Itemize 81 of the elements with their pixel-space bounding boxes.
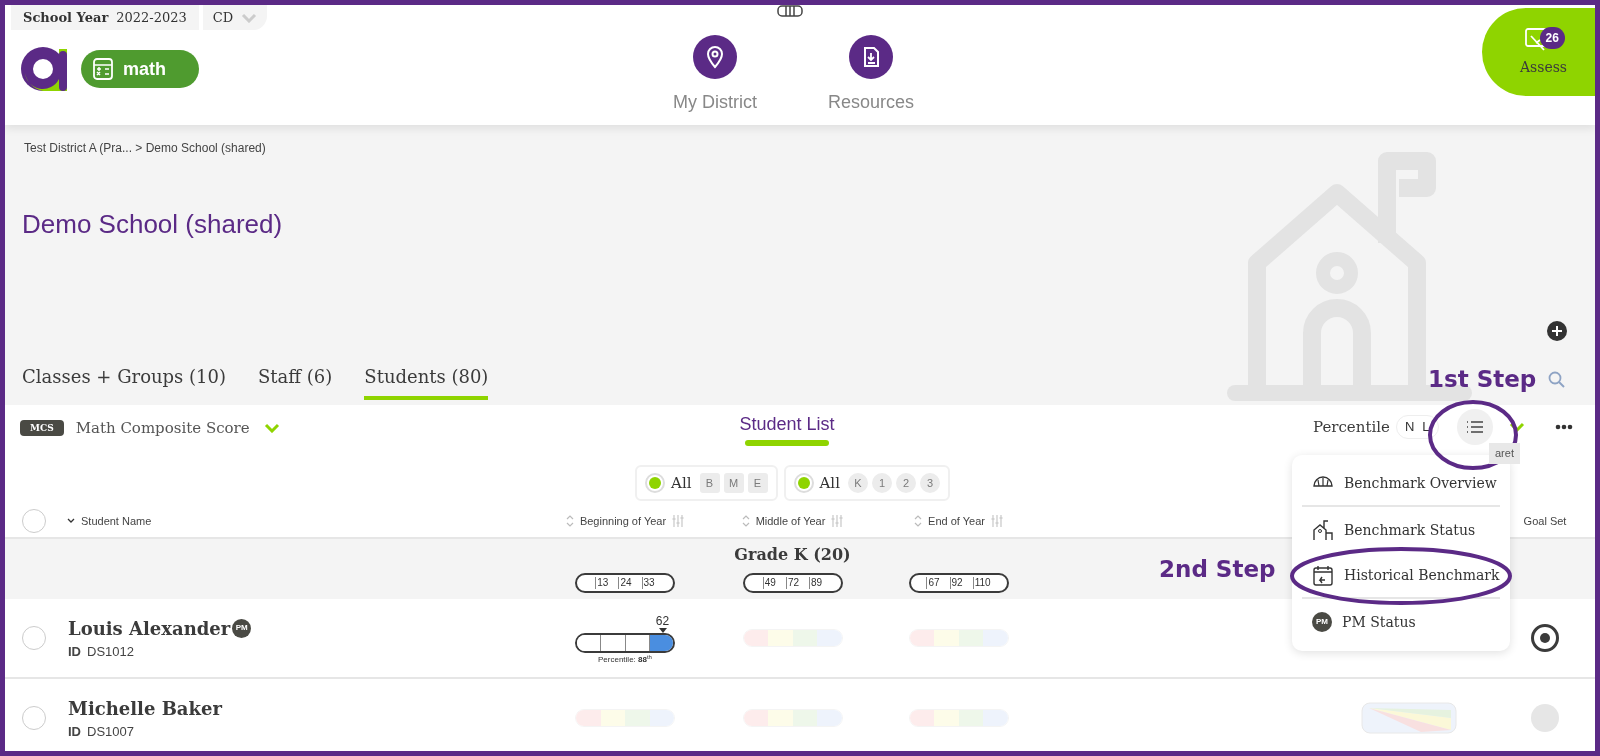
cut-score: 13 — [595, 577, 609, 589]
step-annotation: 1st Step — [1428, 365, 1537, 394]
filter-radio[interactable]: All — [793, 471, 840, 495]
id-label: ID — [68, 642, 81, 661]
breadcrumb: Test District A (Pra... > Demo School (shared) — [24, 140, 266, 157]
column-header[interactable]: Goal Set — [1523, 512, 1567, 530]
select-all-checkbox[interactable] — [22, 509, 46, 533]
score-type-toggle[interactable]: L — [1418, 417, 1434, 437]
column-header[interactable]: Beginning of Year — [565, 512, 667, 530]
score-type-label: Percentile — [1313, 416, 1390, 438]
row-checkbox[interactable] — [22, 626, 46, 650]
tab[interactable]: Classes + Groups (10) — [22, 363, 226, 400]
nav-link[interactable]: My District — [650, 35, 780, 116]
pm-badge: PM — [1312, 612, 1332, 632]
filter-icon — [672, 514, 685, 528]
filter-radio[interactable]: All — [645, 471, 692, 495]
school-year-value: 2022-2023 — [116, 8, 187, 27]
school-year-label: School Year — [23, 8, 109, 27]
cut-score: 67 — [926, 577, 940, 589]
tooltip: aret — [1489, 443, 1520, 464]
cut-score: 110 — [972, 577, 991, 589]
filter-icon — [831, 514, 844, 528]
step-annotation: 2nd Step — [1159, 554, 1276, 584]
add-icon — [1547, 321, 1567, 341]
list-icon — [1465, 421, 1484, 433]
cut-score: 89 — [809, 577, 823, 589]
student-id: DS1012 — [87, 642, 134, 661]
tab[interactable]: Students (80) — [364, 363, 489, 400]
column-header[interactable]: End of Year — [914, 512, 985, 530]
caret-icon — [241, 12, 258, 23]
calendar-icon — [1312, 564, 1334, 586]
filter-chip[interactable]: K — [847, 473, 868, 493]
id-label: ID — [68, 722, 81, 741]
student-name[interactable]: Louis Alexander — [68, 614, 231, 642]
list-view-button[interactable] — [1456, 409, 1493, 445]
row-checkbox[interactable] — [22, 706, 46, 730]
pm-badge: PM — [232, 618, 252, 638]
more-button[interactable] — [1554, 424, 1573, 430]
chevron-down-icon — [1508, 422, 1525, 432]
filter-chip[interactable]: 3 — [919, 473, 940, 493]
cut-score: 24 — [618, 577, 632, 589]
score-type-toggle[interactable]: N — [1400, 417, 1419, 437]
student-name[interactable]: Michelle Baker — [68, 694, 222, 722]
filter-chip[interactable]: M — [723, 473, 744, 493]
chevron-down-icon — [263, 423, 280, 434]
app-logo — [21, 45, 69, 93]
assess-button[interactable]: 26 Assess — [1482, 8, 1595, 96]
nav-link[interactable]: Resources — [806, 35, 936, 116]
document-download-icon — [849, 35, 893, 79]
group-label: Grade K (20) — [734, 544, 851, 566]
measure-dropdown[interactable]: Math Composite Score — [75, 417, 280, 440]
page-title: Demo School (shared) — [22, 208, 283, 241]
count-badge: 26 — [1539, 26, 1565, 49]
student-id: DS1007 — [87, 722, 134, 741]
filter-chip[interactable]: E — [747, 473, 768, 493]
filter-chip[interactable]: 2 — [895, 473, 916, 493]
more-icon — [1554, 424, 1573, 430]
filter-chip[interactable]: B — [699, 473, 720, 493]
calculator-icon — [93, 58, 113, 80]
percentile-text: Percentile: 88$^{th}$ — [598, 653, 652, 666]
menu-item[interactable]: PM PM Status — [1302, 599, 1500, 645]
view-dropdown-button[interactable] — [1508, 422, 1525, 432]
location-pin-icon — [693, 35, 737, 79]
filter-icon — [990, 514, 1003, 528]
filter-chip[interactable]: 1 — [871, 473, 892, 493]
school-icon — [1312, 519, 1334, 541]
cut-score: 92 — [949, 577, 963, 589]
cut-score: 72 — [785, 577, 800, 589]
district-dropdown[interactable]: CD — [202, 5, 268, 30]
cut-score: 49 — [762, 577, 776, 589]
tab[interactable]: Staff (6) — [258, 363, 333, 400]
column-header[interactable]: Student Name — [67, 512, 152, 530]
goal-radio[interactable] — [1531, 624, 1559, 652]
cut-score: 33 — [641, 577, 655, 589]
measure-badge: MCS — [20, 420, 64, 437]
menu-item[interactable]: Benchmark Status — [1302, 507, 1500, 553]
score-value: 62 — [655, 613, 670, 628]
column-header[interactable]: Middle of Year — [741, 512, 826, 530]
view-title: Student List — [739, 413, 835, 436]
menu-item[interactable]: Benchmark Overview — [1302, 461, 1500, 507]
search-icon — [1548, 371, 1566, 389]
